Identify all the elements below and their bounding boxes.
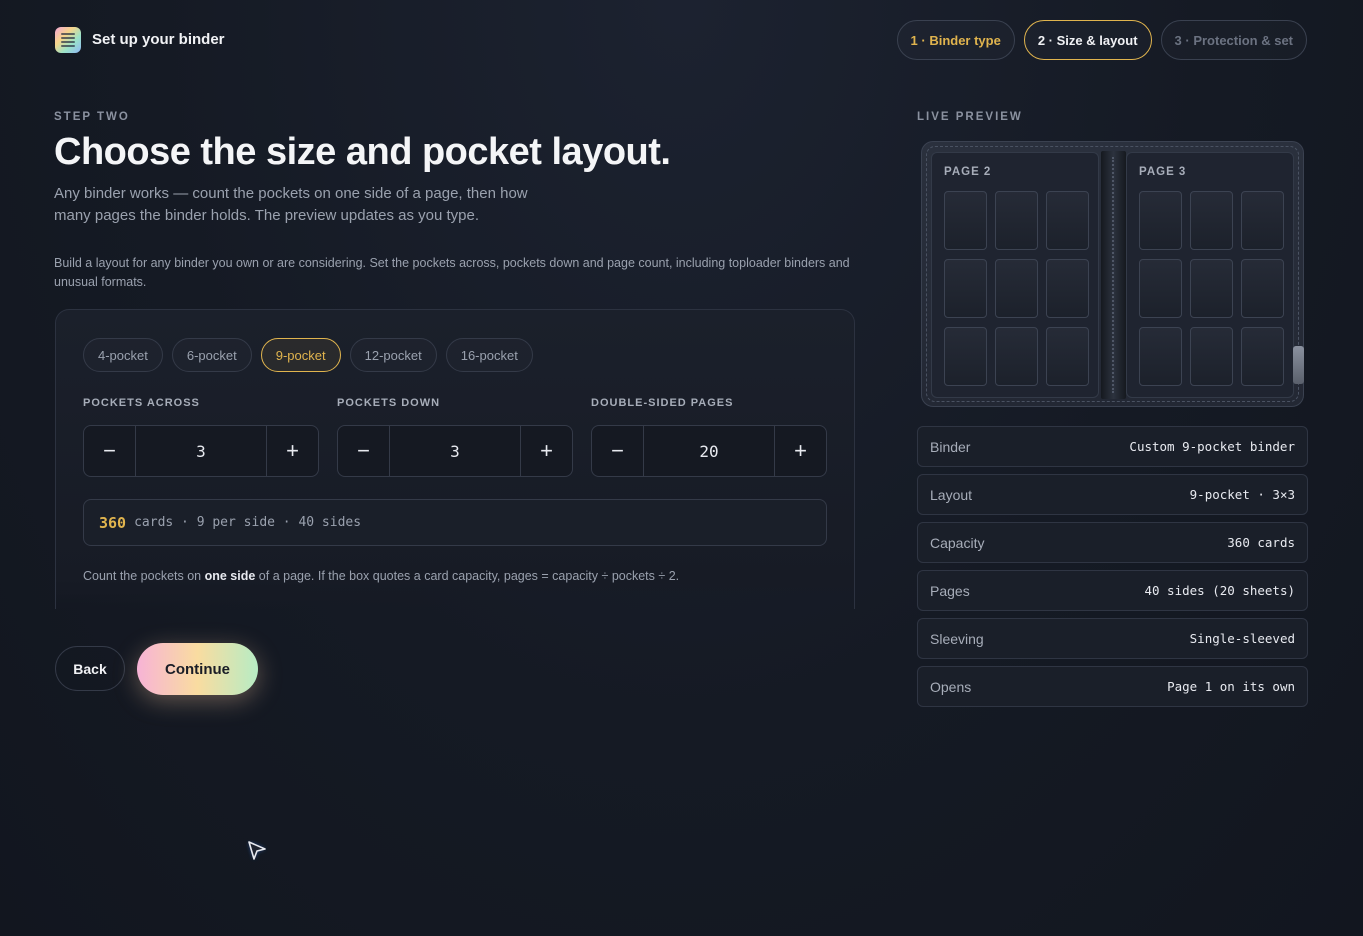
binder-spine	[1101, 151, 1126, 399]
preset-6-pocket[interactable]: 6-pocket	[171, 338, 252, 372]
step-size-layout[interactable]: 2 · Size & layout	[1023, 20, 1152, 60]
card-pocket	[944, 191, 987, 250]
pages-label: DOUBLE-SIDED PAGES	[591, 397, 734, 409]
step-eyebrow: STEP TWO	[54, 111, 130, 123]
spec-value: 360 cards	[1227, 535, 1295, 550]
step-protection-set[interactable]: 3 · Protection & set	[1160, 20, 1307, 60]
spec-row-capacity: Capacity 360 cards	[917, 522, 1308, 563]
capacity-detail: cards · 9 per side · 40 sides	[134, 515, 362, 530]
preset-list: 4-pocket 6-pocket 9-pocket 12-pocket 16-…	[83, 338, 533, 372]
card-pocket	[1046, 327, 1089, 386]
pockets-down-stepper: − 3 +	[337, 425, 573, 477]
left-page-label: PAGE 2	[944, 166, 992, 178]
spec-value: Custom 9-pocket binder	[1129, 439, 1295, 454]
capacity-summary: 360 cards · 9 per side · 40 sides	[83, 499, 827, 546]
pockets-down-input[interactable]: 3	[390, 426, 520, 476]
pockets-across-stepper: − 3 +	[83, 425, 319, 477]
card-pocket	[1190, 191, 1233, 250]
pages-decrement-button[interactable]: −	[592, 426, 644, 476]
spec-key: Sleeving	[930, 630, 984, 647]
continue-button[interactable]: Continue	[137, 643, 258, 695]
card-pocket	[1241, 327, 1284, 386]
spec-row-pages: Pages 40 sides (20 sheets)	[917, 570, 1308, 611]
pockets-down-decrement-button[interactable]: −	[338, 426, 390, 476]
spec-key: Capacity	[930, 534, 985, 551]
pockets-across-decrement-button[interactable]: −	[84, 426, 136, 476]
card-pocket	[995, 327, 1038, 386]
left-page: PAGE 2	[931, 152, 1099, 398]
pockets-across-label: POCKETS ACROSS	[83, 397, 200, 409]
card-pocket	[1190, 327, 1233, 386]
mouse-cursor-icon	[248, 841, 266, 860]
preset-4-pocket[interactable]: 4-pocket	[83, 338, 163, 372]
preset-12-pocket[interactable]: 12-pocket	[349, 338, 437, 372]
step-binder-type[interactable]: 1 · Binder type	[896, 20, 1015, 60]
spec-row-opens: Opens Page 1 on its own	[917, 666, 1308, 707]
app-title: Set up your binder	[92, 31, 225, 48]
spec-key: Layout	[930, 486, 973, 503]
lead-text: Any binder works — count the pockets on …	[54, 185, 528, 224]
spec-row-layout: Layout 9-pocket · 3×3	[917, 474, 1308, 515]
spec-value: Single-sleeved	[1189, 631, 1295, 646]
preset-9-pocket[interactable]: 9-pocket	[260, 338, 341, 372]
binder-clasp	[1293, 346, 1304, 384]
layout-card: 4-pocket 6-pocket 9-pocket 12-pocket 16-…	[55, 309, 855, 609]
step-progress: 1 · Binder type 2 · Size & layout 3 · Pr…	[896, 20, 1307, 60]
page-title: Choose the size and pocket layout.	[54, 131, 671, 173]
card-pocket	[944, 327, 987, 386]
card-pocket	[1241, 259, 1284, 318]
spec-value: Page 1 on its own	[1167, 679, 1295, 694]
pages-increment-button[interactable]: +	[774, 426, 826, 476]
pockets-down-increment-button[interactable]: +	[520, 426, 572, 476]
card-pocket	[1241, 191, 1284, 250]
right-page: PAGE 3	[1126, 152, 1294, 398]
card-pocket	[1190, 259, 1233, 318]
card-pocket	[1046, 191, 1089, 250]
spec-key: Pages	[930, 582, 970, 599]
spec-value: 40 sides (20 sheets)	[1144, 583, 1295, 598]
card-pocket	[944, 259, 987, 318]
card-pocket	[995, 259, 1038, 318]
pages-stepper: − 20 +	[591, 425, 827, 477]
spec-row-binder: Binder Custom 9-pocket binder	[917, 426, 1308, 467]
card-pocket	[1139, 259, 1182, 318]
spec-key: Binder	[930, 438, 971, 455]
preview-eyebrow: LIVE PREVIEW	[917, 111, 1023, 123]
card-pocket	[1046, 259, 1089, 318]
back-button[interactable]: Back	[55, 646, 125, 691]
pockets-down-label: POCKETS DOWN	[337, 397, 441, 409]
pages-input[interactable]: 20	[644, 426, 774, 476]
preset-16-pocket[interactable]: 16-pocket	[445, 338, 533, 372]
binder-preview: PAGE 2 PAGE 3	[921, 141, 1304, 407]
spec-value: 9-pocket · 3×3	[1189, 487, 1295, 502]
pockets-across-increment-button[interactable]: +	[266, 426, 318, 476]
spec-key: Opens	[930, 678, 972, 695]
app-logo	[55, 27, 81, 53]
card-pocket	[1139, 191, 1182, 250]
description-text: Build a layout for any binder you own or…	[54, 256, 850, 289]
hint-text: Count the pockets on one side of a page.…	[83, 569, 680, 583]
pockets-across-input[interactable]: 3	[136, 426, 266, 476]
capacity-count: 360	[99, 513, 127, 532]
right-page-label: PAGE 3	[1139, 166, 1187, 178]
spec-row-sleeving: Sleeving Single-sleeved	[917, 618, 1308, 659]
card-pocket	[995, 191, 1038, 250]
card-pocket	[1139, 327, 1182, 386]
